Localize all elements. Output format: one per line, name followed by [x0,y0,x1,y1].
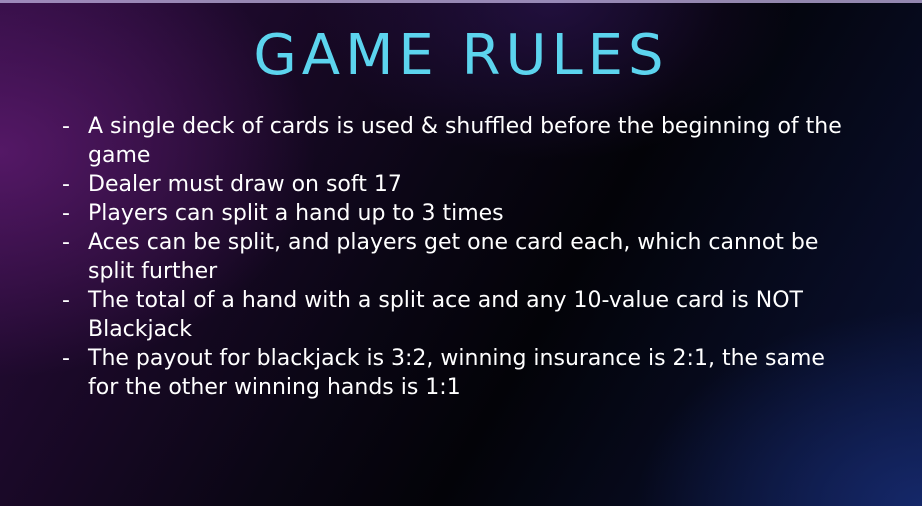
rules-list: - A single deck of cards is used & shuff… [62,112,862,402]
rule-bullet: - [62,346,70,371]
rule-text: A single deck of cards is used & shuffle… [88,114,842,168]
rule-bullet: - [62,288,70,313]
rule-item: - The total of a hand with a split ace a… [62,286,862,344]
rule-item: - A single deck of cards is used & shuff… [62,112,862,170]
rule-item: - Aces can be split, and players get one… [62,228,862,286]
rule-text: The total of a hand with a split ace and… [88,288,803,342]
rule-item: - The payout for blackjack is 3:2, winni… [62,344,862,402]
rule-bullet: - [62,114,70,139]
rule-bullet: - [62,230,70,255]
rule-text: The payout for blackjack is 3:2, winning… [88,346,825,400]
page-title: GAME RULES [253,23,669,88]
rule-item: - Dealer must draw on soft 17 [62,170,862,199]
rule-bullet: - [62,172,70,197]
top-edge-line [0,0,922,3]
rule-text: Players can split a hand up to 3 times [88,201,504,226]
rule-item: - Players can split a hand up to 3 times [62,199,862,228]
rule-bullet: - [62,201,70,226]
rule-text: Dealer must draw on soft 17 [88,172,402,197]
rule-text: Aces can be split, and players get one c… [88,230,819,284]
